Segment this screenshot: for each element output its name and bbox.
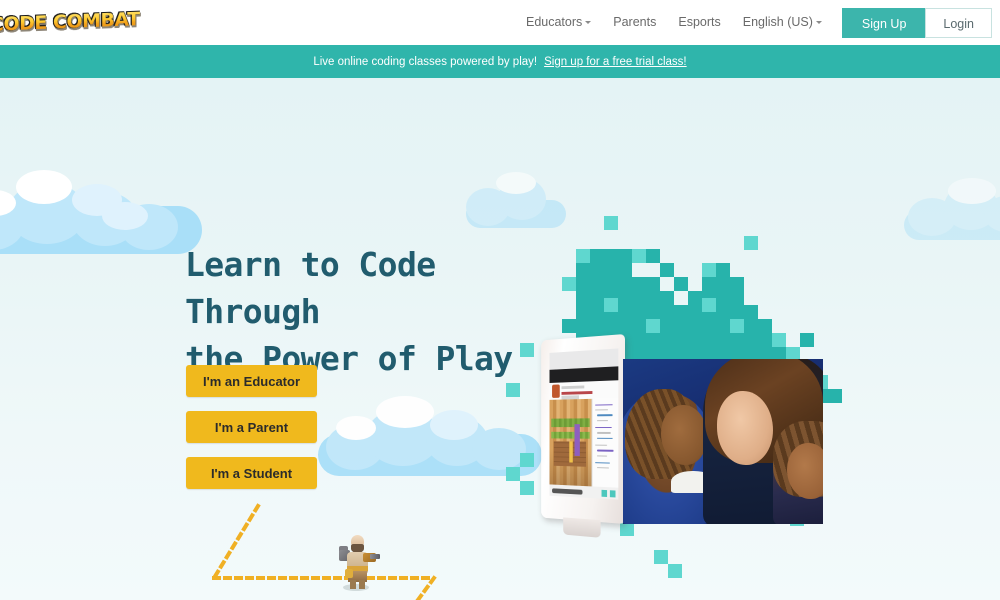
classroom-photo: [623, 359, 823, 524]
cloud-decoration: [318, 394, 542, 480]
promo-banner-text: Live online coding classes powered by pl…: [313, 56, 537, 68]
im-a-parent-button[interactable]: I'm a Parent: [186, 411, 317, 443]
hero-section: Learn to Code Through the Power of Play …: [0, 78, 1000, 600]
im-an-educator-button[interactable]: I'm an Educator: [186, 365, 317, 397]
login-button[interactable]: Login: [925, 8, 992, 38]
free-trial-link[interactable]: Sign up for a free trial class!: [544, 56, 687, 68]
cta-button-group: I'm an Educator I'm a Parent I'm a Stude…: [186, 365, 317, 489]
codecombat-logo[interactable]: CODE COMBAT: [6, 6, 124, 40]
chevron-down-icon: [816, 21, 822, 24]
dotted-path: [200, 498, 460, 600]
cloud-decoration: [904, 176, 1000, 246]
nav-item-educators-label: Educators: [526, 15, 582, 29]
nav-item-educators[interactable]: Educators: [515, 0, 602, 45]
nav-links-group: Educators Parents Esports English (US) S…: [515, 0, 1000, 45]
cloud-decoration: [462, 170, 574, 232]
page-title: Learn to Code Through the Power of Play: [185, 241, 565, 382]
warrior-character: [336, 533, 378, 591]
promo-banner: Live online coding classes powered by pl…: [0, 45, 1000, 78]
chevron-down-icon: [585, 21, 591, 24]
nav-item-language-label: English (US): [743, 15, 813, 29]
nav-item-language[interactable]: English (US): [732, 0, 833, 45]
logo-text: CODE COMBAT: [0, 10, 140, 35]
cloud-decoration: [0, 166, 202, 258]
nav-item-esports[interactable]: Esports: [667, 0, 731, 45]
nav-item-parents[interactable]: Parents: [602, 0, 667, 45]
sign-up-button[interactable]: Sign Up: [842, 8, 925, 38]
im-a-student-button[interactable]: I'm a Student: [186, 457, 317, 489]
auth-buttons-group: Sign Up Login: [842, 8, 992, 38]
top-navigation-bar: CODE COMBAT Educators Parents Esports En…: [0, 0, 1000, 45]
